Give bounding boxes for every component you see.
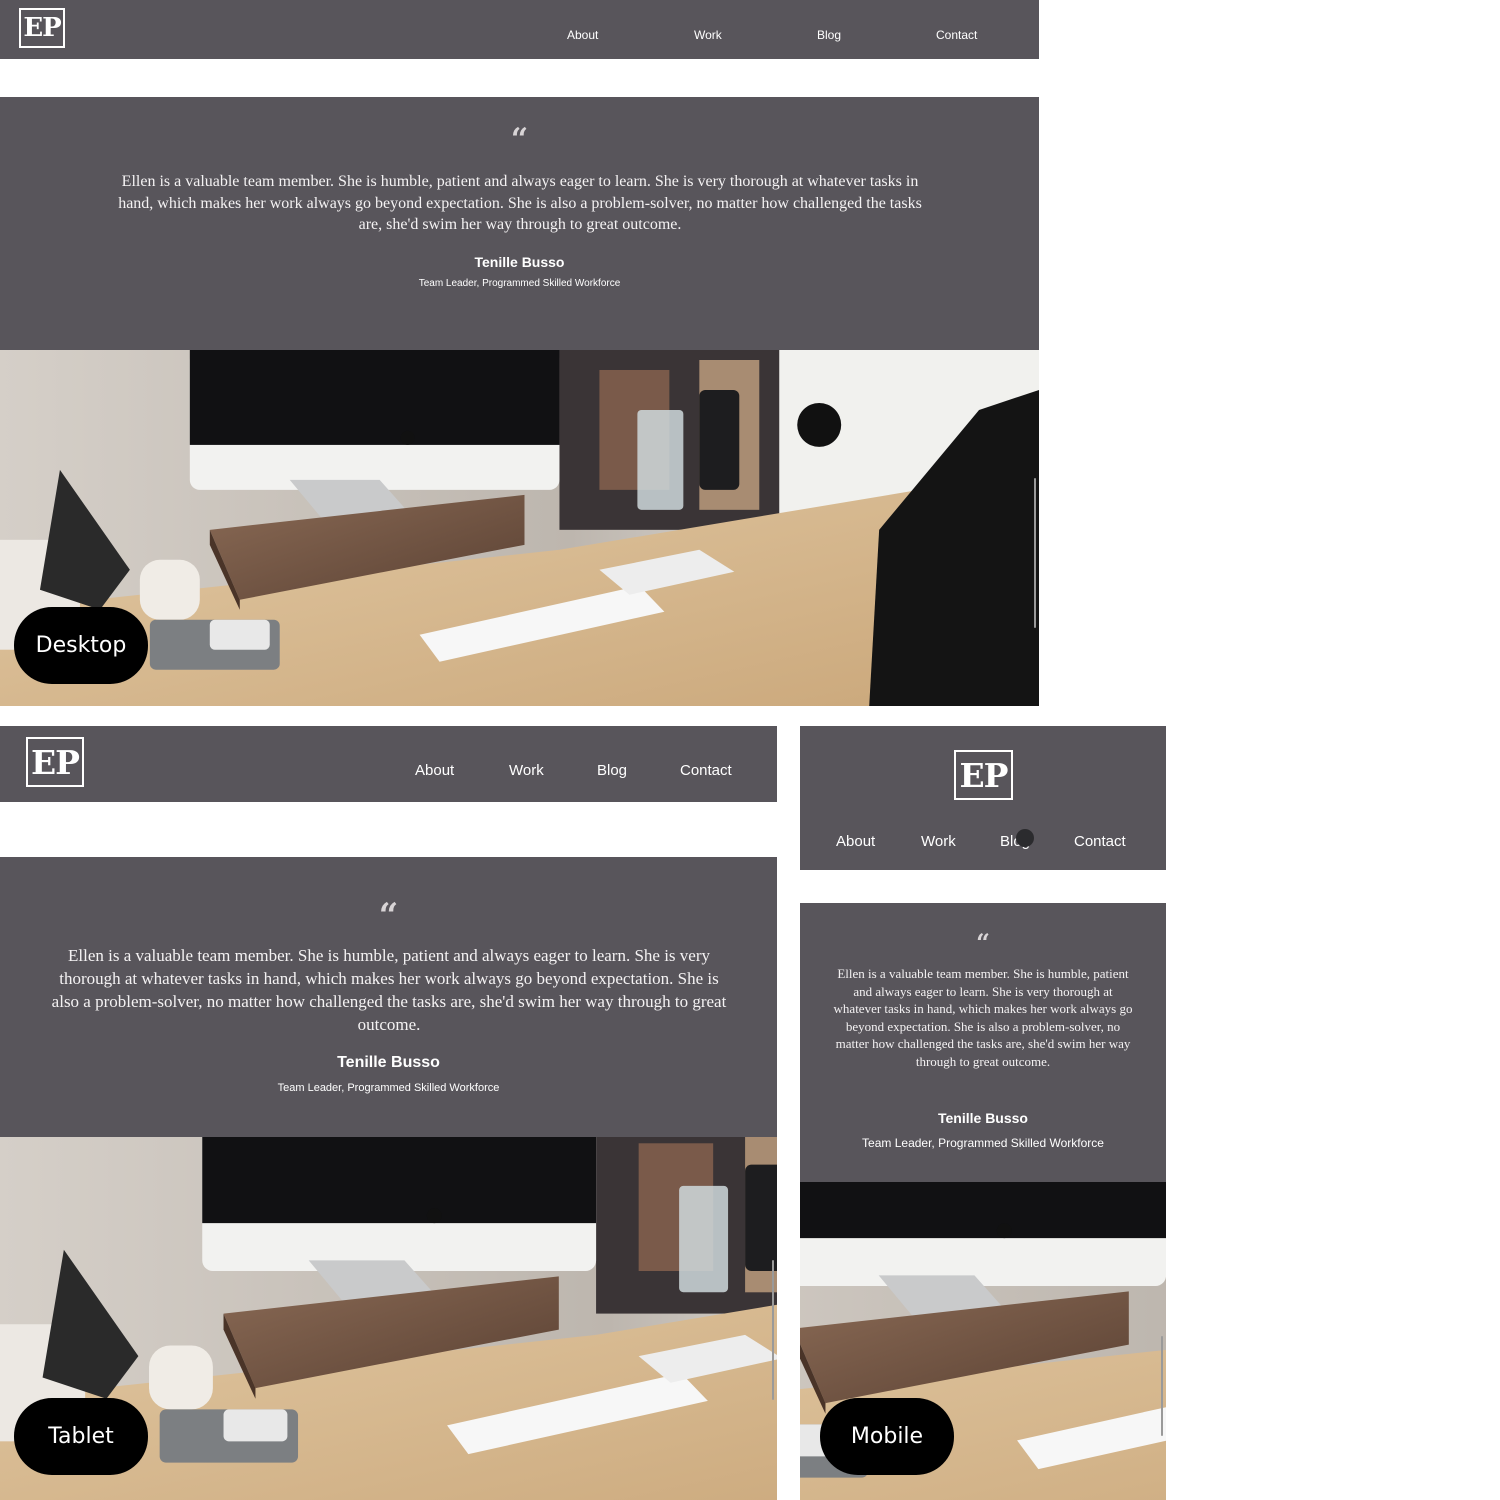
tablet-scrollbar[interactable]: [772, 1260, 774, 1400]
mobile-testimonial: “ Ellen is a valuable team member. She i…: [800, 903, 1166, 1182]
desktop-preview: EP About Work Blog Contact “ Ellen is a …: [0, 0, 1039, 706]
quote-mark-icon: “: [510, 122, 529, 157]
desktop-nav-about[interactable]: About: [567, 28, 598, 42]
tablet-preview: EP About Work Blog Contact “ Ellen is a …: [0, 726, 777, 1500]
desktop-testimonial: “ Ellen is a valuable team member. She i…: [0, 97, 1039, 350]
tablet-testimonial-text: Ellen is a valuable team member. She is …: [51, 946, 727, 1034]
tablet-logo[interactable]: EP: [26, 737, 84, 787]
desktop-label: Desktop: [14, 607, 148, 684]
tablet-testimonial-role: Team Leader, Programmed Skilled Workforc…: [277, 1082, 500, 1094]
desktop-testimonial-text: Ellen is a valuable team member. She is …: [118, 173, 922, 234]
desktop-testimonial-role: Team Leader, Programmed Skilled Workforc…: [418, 278, 621, 289]
tablet-label: Tablet: [14, 1398, 148, 1475]
desktop-workspace-photo: [0, 350, 1039, 706]
mobile-testimonial-text: Ellen is a valuable team member. She is …: [833, 966, 1133, 1069]
desktop-nav-contact[interactable]: Contact: [936, 28, 977, 42]
tablet-nav-about[interactable]: About: [415, 762, 454, 779]
mobile-nav-work[interactable]: Work: [921, 833, 956, 850]
mobile-testimonial-name: Tenille Busso: [938, 1110, 1028, 1126]
mobile-navbar: EP About Work Blog Contact: [800, 726, 1166, 870]
desktop-navbar: EP About Work Blog Contact: [0, 0, 1039, 59]
desktop-nav-work[interactable]: Work: [694, 28, 722, 42]
mobile-nav-about[interactable]: About: [836, 833, 875, 850]
tablet-nav-work[interactable]: Work: [509, 762, 544, 779]
mobile-scrollbar[interactable]: [1161, 1336, 1163, 1436]
desktop-nav-blog[interactable]: Blog: [817, 28, 841, 42]
desktop-logo[interactable]: EP: [19, 8, 65, 48]
desktop-testimonial-name: Tenille Busso: [474, 254, 565, 270]
mobile-logo[interactable]: EP: [954, 750, 1013, 800]
quote-mark-icon: “: [378, 896, 399, 936]
tablet-navbar: EP About Work Blog Contact: [0, 726, 777, 802]
mobile-testimonial-role: Team Leader, Programmed Skilled Workforc…: [862, 1136, 1104, 1150]
mobile-preview: EP About Work Blog Contact “ Ellen is a …: [800, 726, 1166, 1500]
desktop-scrollbar[interactable]: [1034, 478, 1036, 628]
tablet-testimonial: “ Ellen is a valuable team member. She i…: [0, 857, 777, 1137]
tablet-nav-blog[interactable]: Blog: [597, 762, 627, 779]
tablet-testimonial-name: Tenille Busso: [337, 1054, 440, 1071]
quote-mark-icon: “: [976, 928, 990, 957]
mobile-label: Mobile: [820, 1398, 954, 1475]
tablet-nav-contact[interactable]: Contact: [680, 762, 732, 779]
mobile-nav-contact[interactable]: Contact: [1074, 833, 1126, 850]
mouse-cursor-icon: [1016, 829, 1034, 847]
